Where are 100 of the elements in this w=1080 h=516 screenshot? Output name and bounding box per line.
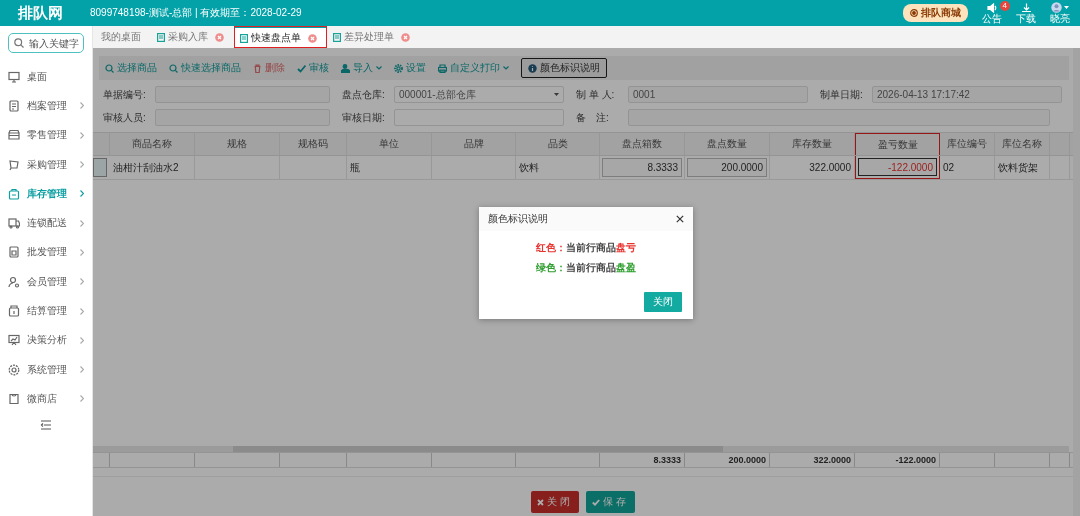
column-header[interactable]: 库位名称 [995, 133, 1050, 155]
field-label: 单据编号: [103, 87, 147, 102]
toolbar-button[interactable]: 自定义打印 [438, 61, 509, 75]
legend-line: 绿色：当前行商品盘盈 [536, 261, 636, 275]
total-cell: 322.0000 [770, 453, 855, 467]
import-icon [341, 63, 350, 73]
tab[interactable]: 采购入库 [151, 26, 234, 48]
gear-icon [8, 363, 20, 376]
chevron-right-icon [80, 395, 84, 403]
account-info: 8099748198-测试-总部 | 有效期至：2028-02-29 [90, 6, 303, 20]
select-field[interactable]: 000001-总部仓库 [394, 86, 564, 103]
total-cell: -122.0000 [855, 453, 940, 467]
close-icon [308, 33, 317, 43]
column-header[interactable]: 商品名称 [110, 133, 195, 155]
column-header[interactable]: 盈亏数量 [855, 133, 940, 155]
close-button[interactable]: 关闭 [531, 491, 579, 513]
column-header[interactable]: 库存数量 [770, 133, 855, 155]
input-field[interactable]: 2026-04-13 17:17:42 [872, 86, 1062, 103]
sidebar-item[interactable]: 微商店 [0, 384, 92, 414]
column-header[interactable]: 库位编号 [940, 133, 995, 155]
search-icon [14, 38, 24, 48]
cart-icon [8, 158, 20, 171]
box-icon [8, 187, 20, 200]
avatar-icon [1051, 2, 1062, 13]
download-icon [1020, 2, 1032, 13]
toolbar-button[interactable]: 删除 [253, 61, 285, 75]
document-icon [8, 99, 20, 112]
toolbar-button[interactable]: 颜色标识说明 [521, 58, 607, 78]
horizontal-scrollbar[interactable] [93, 446, 1069, 452]
column-header[interactable]: 规格 [195, 133, 280, 155]
column-header[interactable]: 品类 [516, 133, 600, 155]
field-label: 备 注: [576, 110, 610, 125]
field-label: 制单日期: [820, 87, 864, 102]
search-icon [105, 63, 114, 73]
caret-icon [1064, 5, 1069, 10]
column-header[interactable]: 盘点箱数 [600, 133, 685, 155]
toolbar-button[interactable]: 导入 [341, 61, 382, 75]
logo: 排队网 [18, 3, 64, 23]
sidebar-item[interactable]: 会员管理 [0, 267, 92, 297]
sidebar-item[interactable]: 采购管理 [0, 149, 92, 180]
table-cell: 饮料 [516, 156, 600, 179]
table-cell: 饮料货架 [995, 156, 1050, 179]
table-cell: 油柑汁刮油水2 [110, 156, 195, 179]
dialog-title: 颜色标识说明 [488, 212, 548, 226]
sidebar-item[interactable]: 决策分析 [0, 325, 92, 355]
chart-icon [8, 334, 20, 347]
total-cell: 200.0000 [685, 453, 770, 467]
tab[interactable]: 我的桌面 [95, 26, 151, 48]
cell-input[interactable]: -122.0000 [858, 158, 937, 176]
sidebar-item[interactable]: 系统管理 [0, 354, 92, 385]
input-field[interactable]: 0001 [628, 86, 808, 103]
tab[interactable]: 差异处理单 [327, 26, 420, 48]
check-icon [297, 63, 306, 73]
trash-icon [253, 63, 262, 73]
close-icon [676, 215, 684, 223]
sidebar-item[interactable]: 结算管理 [0, 296, 92, 326]
save-button[interactable]: 保存 [586, 491, 635, 513]
document-icon [157, 32, 165, 42]
truck-icon [8, 217, 20, 230]
sidebar-item[interactable]: 连锁配送 [0, 208, 92, 238]
field-label: 审核人员: [103, 110, 147, 125]
table-cell: 322.0000 [770, 156, 855, 179]
info-icon [528, 63, 537, 73]
column-header[interactable]: 盘点数量 [685, 133, 770, 155]
toolbar-button[interactable]: 快速选择商品 [169, 61, 241, 75]
mall-button[interactable]: 排队商城 [903, 4, 968, 22]
toolbar-button[interactable]: 设置 [394, 61, 426, 75]
tab[interactable]: 快速盘点单 [234, 26, 327, 48]
chevron-right-icon [80, 336, 84, 344]
column-header[interactable]: 规格码 [280, 133, 347, 155]
column-header[interactable]: 品牌 [432, 133, 516, 155]
chevron-right-icon [80, 248, 84, 256]
chevron-right-icon [80, 190, 84, 198]
sidebar-item[interactable]: 零售管理 [0, 120, 92, 150]
notice-button[interactable]: 公告 [982, 2, 1002, 24]
sidebar-item[interactable]: 档案管理 [0, 91, 92, 121]
column-header[interactable]: 单位 [347, 133, 432, 155]
printer-icon [438, 63, 447, 73]
download-button[interactable]: 下载 [1016, 2, 1036, 24]
sidebar-item[interactable]: 桌面 [0, 62, 92, 92]
cell-input[interactable]: 8.3333 [602, 158, 682, 177]
chevron-right-icon [80, 219, 84, 227]
search-field[interactable]: 输入关键字 [8, 33, 84, 53]
chevron-right-icon [80, 307, 84, 315]
row-selector[interactable] [93, 158, 107, 177]
speaker-icon [986, 2, 998, 13]
user-menu[interactable]: 晓亮 [1050, 2, 1070, 24]
user-icon [8, 275, 20, 288]
table-cell: 瓶 [347, 156, 432, 179]
chevron-right-icon [80, 366, 84, 374]
toolbar-button[interactable]: 选择商品 [105, 61, 157, 75]
sidebar-item[interactable]: 批发管理 [0, 237, 92, 268]
sidebar-item[interactable]: 库存管理 [0, 179, 92, 209]
target-icon [910, 9, 918, 17]
toolbar-button[interactable]: 审核 [297, 61, 329, 75]
close-button[interactable]: 关闭 [644, 292, 682, 312]
chevron-down-icon [376, 66, 382, 70]
cell-input[interactable]: 200.0000 [687, 158, 767, 177]
collapse-icon [40, 419, 52, 430]
close-button[interactable] [676, 215, 684, 223]
